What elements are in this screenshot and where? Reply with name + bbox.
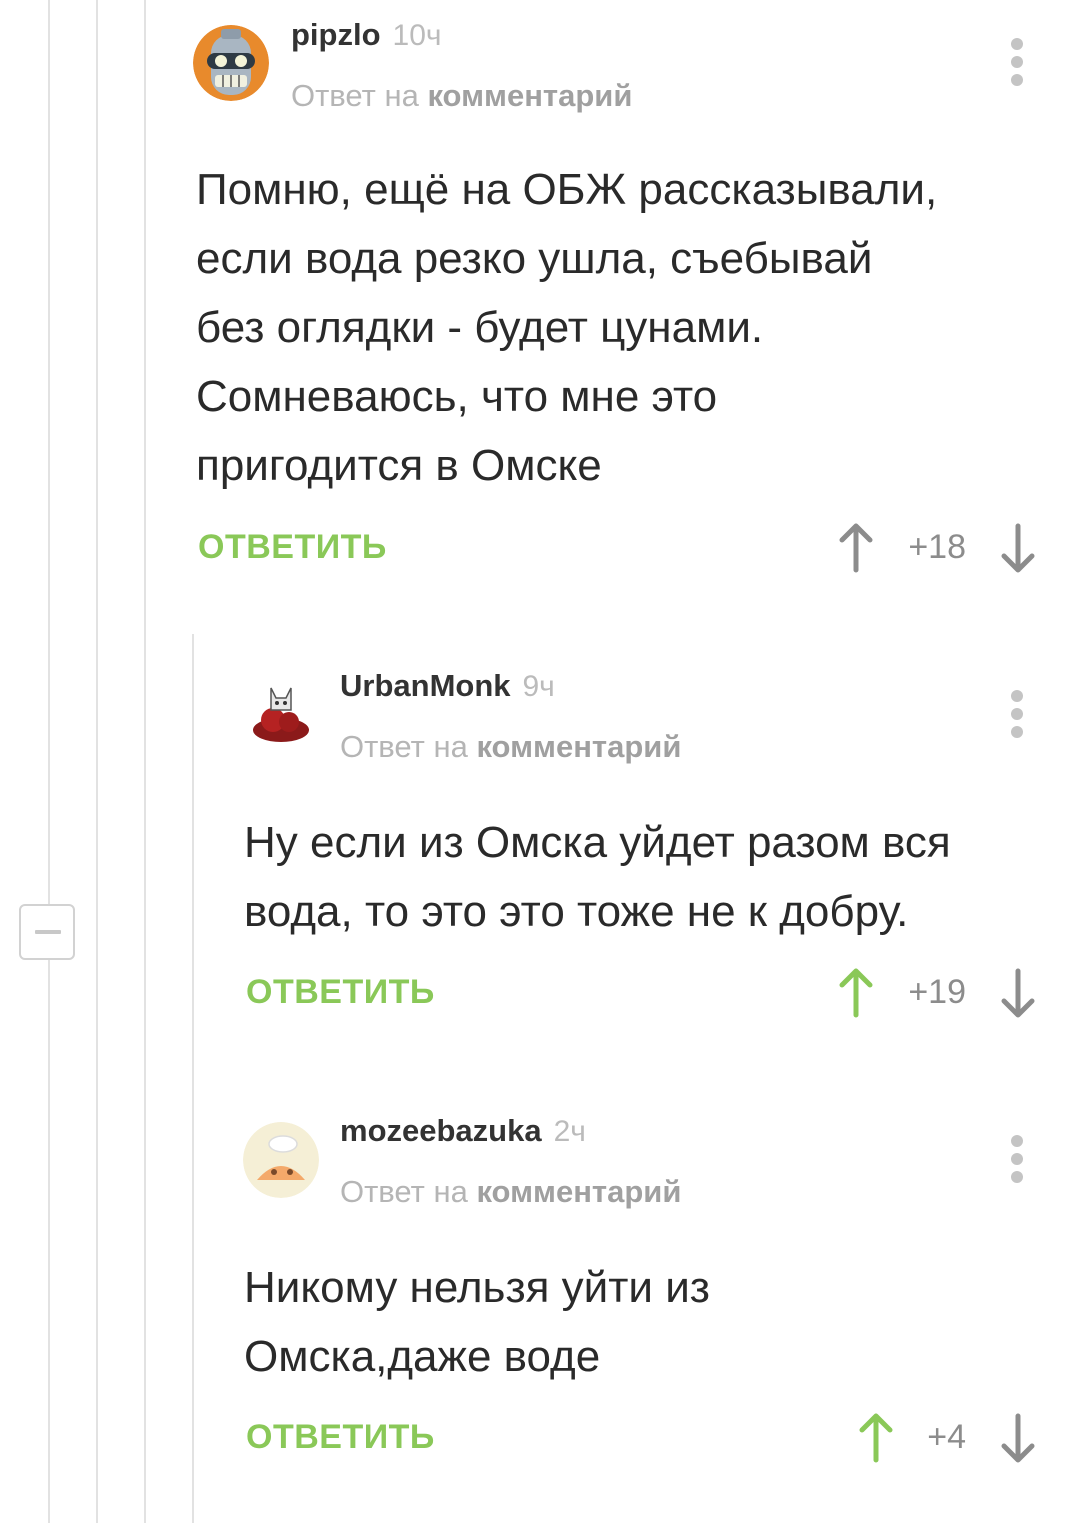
thread-line-3 (144, 0, 146, 1523)
author-name-text[interactable]: UrbanMonk (340, 668, 511, 703)
avatar[interactable] (243, 676, 319, 752)
dot-icon (1011, 74, 1023, 86)
downvote-button[interactable] (998, 1412, 1038, 1464)
more-menu-button[interactable] (1002, 1133, 1032, 1185)
comment-time: 2ч (553, 1115, 586, 1148)
reply-button[interactable]: ОТВЕТИТЬ (198, 528, 387, 567)
thread-line-2 (96, 0, 98, 1523)
dot-icon (1011, 1171, 1023, 1183)
reply-button[interactable]: ОТВЕТИТЬ (246, 973, 435, 1012)
upvote-button[interactable] (836, 967, 876, 1019)
reply-to-prefix: Ответ на (340, 729, 468, 764)
dot-icon (1011, 1153, 1023, 1165)
dot-icon (1011, 38, 1023, 50)
author-name[interactable]: mozeebazuka 2ч (340, 1113, 586, 1149)
arrow-down-icon (1001, 1413, 1035, 1463)
comment-score: +19 (908, 973, 966, 1011)
downvote-button[interactable] (998, 967, 1038, 1019)
upvote-button[interactable] (836, 522, 876, 574)
comment-score: +4 (927, 1418, 966, 1456)
comment-text: Ну если из Омска уйдет разом вся вода, т… (244, 818, 951, 936)
reply-to-prefix: Ответ на (291, 78, 419, 113)
reply-to-line: Ответ на комментарий (291, 78, 632, 114)
avatar[interactable] (193, 25, 269, 101)
comment-time: 9ч (522, 670, 555, 703)
arrow-up-icon (839, 968, 873, 1018)
avatar[interactable] (243, 1122, 319, 1198)
author-name-text[interactable]: mozeebazuka (340, 1113, 542, 1148)
comment-time: 10ч (392, 19, 442, 52)
downvote-button[interactable] (998, 522, 1038, 574)
thread-line-4 (192, 634, 194, 1523)
reply-to-prefix: Ответ на (340, 1174, 468, 1209)
dot-icon (1011, 690, 1023, 702)
reply-to-link[interactable]: комментарий (427, 78, 632, 113)
arrow-up-icon (839, 523, 873, 573)
comment-text: Помню, ещё на ОБЖ рассказывали, если вод… (196, 165, 938, 490)
reply-to-line: Ответ на комментарий (340, 1174, 681, 1210)
dot-icon (1011, 1135, 1023, 1147)
collapse-thread-button[interactable] (19, 904, 75, 960)
dot-icon (1011, 56, 1023, 68)
reply-to-link[interactable]: комментарий (476, 1174, 681, 1209)
comment-text: Никому нельзя уйти из Омска,даже воде (244, 1263, 710, 1381)
author-name[interactable]: pipzlo 10ч (291, 17, 442, 53)
minus-icon (35, 930, 61, 934)
author-name[interactable]: UrbanMonk 9ч (340, 668, 555, 704)
reply-to-line: Ответ на комментарий (340, 729, 681, 765)
more-menu-button[interactable] (1002, 688, 1032, 740)
more-menu-button[interactable] (1002, 36, 1032, 88)
arrow-down-icon (1001, 523, 1035, 573)
reply-button[interactable]: ОТВЕТИТЬ (246, 1418, 435, 1457)
dot-icon (1011, 726, 1023, 738)
reply-to-link[interactable]: комментарий (476, 729, 681, 764)
dot-icon (1011, 708, 1023, 720)
comment-score: +18 (908, 528, 966, 566)
author-name-text[interactable]: pipzlo (291, 17, 381, 52)
arrow-down-icon (1001, 968, 1035, 1018)
thread-line-1 (48, 0, 50, 1523)
